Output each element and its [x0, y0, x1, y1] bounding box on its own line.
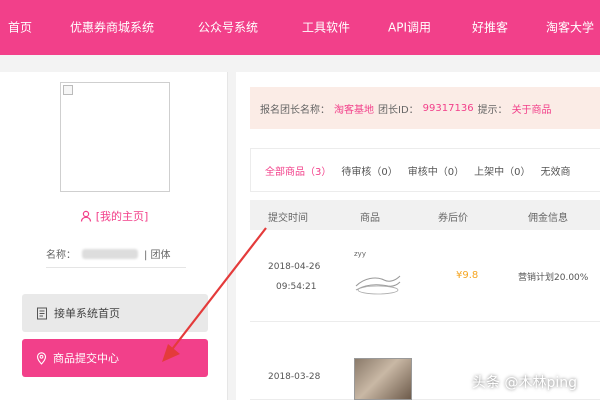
- avatar: [60, 82, 170, 192]
- my-homepage-link[interactable]: [我的主页]: [0, 208, 228, 225]
- watermark: 头条 @木林ping: [472, 375, 577, 391]
- order-system-home-label: 接单系统首页: [54, 307, 120, 320]
- coupon-price: ¥9.8: [456, 270, 479, 281]
- leader-id-label: 团长ID：: [378, 104, 419, 116]
- broken-image-icon: [63, 85, 73, 95]
- nav-item-taoke-university[interactable]: 淘客大学: [546, 19, 594, 36]
- my-homepage-label: [我的主页]: [95, 210, 149, 223]
- notice-bar: 报名团长名称： 淘客基地 团长ID： 99317136 提示： 关于商品: [250, 87, 600, 129]
- nav-item-haotuike[interactable]: 好推客: [472, 19, 508, 36]
- submit-time: 09:54:21: [276, 282, 317, 292]
- document-icon: [36, 307, 48, 320]
- team-label: | 团体: [144, 250, 171, 261]
- submit-date: 2018-04-26: [268, 262, 321, 272]
- nav-item-tools[interactable]: 工具软件: [302, 19, 350, 36]
- table-header: 提交时间 商品 券后价 佣金信息: [250, 200, 600, 230]
- product-thumbnail[interactable]: [354, 358, 412, 400]
- location-pin-icon: [36, 351, 47, 365]
- top-navigation: 首页 优惠券商城系统 公众号系统 工具软件 API调用 好推客 淘客大学: [0, 0, 600, 55]
- tip-link[interactable]: 关于商品: [512, 101, 552, 116]
- name-row: 名称： | 团体: [46, 240, 186, 268]
- user-icon: [80, 210, 92, 225]
- status-tabs: 全部商品（3） 待审核（0） 审核中（0） 上架中（0） 无效商: [250, 148, 600, 192]
- main-content: 报名团长名称： 淘客基地 团长ID： 99317136 提示： 关于商品 全部商…: [236, 72, 600, 400]
- commission-info: 营销计划20.00%: [518, 273, 589, 283]
- nav-item-home[interactable]: 首页: [8, 19, 32, 36]
- leader-name-label: 报名团长名称：: [260, 104, 330, 116]
- product-submission-center-label: 商品提交中心: [53, 352, 119, 365]
- leader-name-value[interactable]: 淘客基地: [334, 101, 374, 116]
- column-submit-time: 提交时间: [268, 213, 308, 224]
- nav-item-api[interactable]: API调用: [388, 19, 431, 36]
- order-system-home-button[interactable]: 接单系统首页: [22, 294, 208, 332]
- column-product: 商品: [360, 213, 380, 224]
- submit-date: 2018-03-28: [268, 372, 321, 382]
- product-submission-center-button[interactable]: 商品提交中心: [22, 339, 208, 377]
- tab-pending-review[interactable]: 待审核（0）: [341, 163, 397, 178]
- column-commission: 佣金信息: [528, 213, 568, 224]
- sidebar: [我的主页] 名称： | 团体 接单系统首页 商品提交中心: [0, 72, 228, 400]
- nav-item-wechat-system[interactable]: 公众号系统: [198, 19, 258, 36]
- tab-invalid[interactable]: 无效商: [541, 163, 571, 178]
- nav-item-coupon-mall[interactable]: 优惠券商城系统: [70, 19, 154, 36]
- table-row[interactable]: 2018-04-26 09:54:21 zyy ¥9.8 营销计划20.00%: [250, 232, 600, 322]
- blurred-name: [82, 248, 138, 259]
- tab-under-review[interactable]: 审核中（0）: [408, 163, 464, 178]
- leader-id-value: 99317136: [422, 102, 474, 114]
- tab-listed[interactable]: 上架中（0）: [474, 163, 530, 178]
- tab-all-products[interactable]: 全部商品（3）: [265, 163, 331, 178]
- name-label: 名称：: [46, 250, 76, 261]
- column-coupon-price: 券后价: [438, 213, 468, 224]
- product-thumbnail[interactable]: [354, 268, 402, 296]
- product-label: zyy: [354, 250, 366, 258]
- tip-label: 提示：: [477, 104, 508, 116]
